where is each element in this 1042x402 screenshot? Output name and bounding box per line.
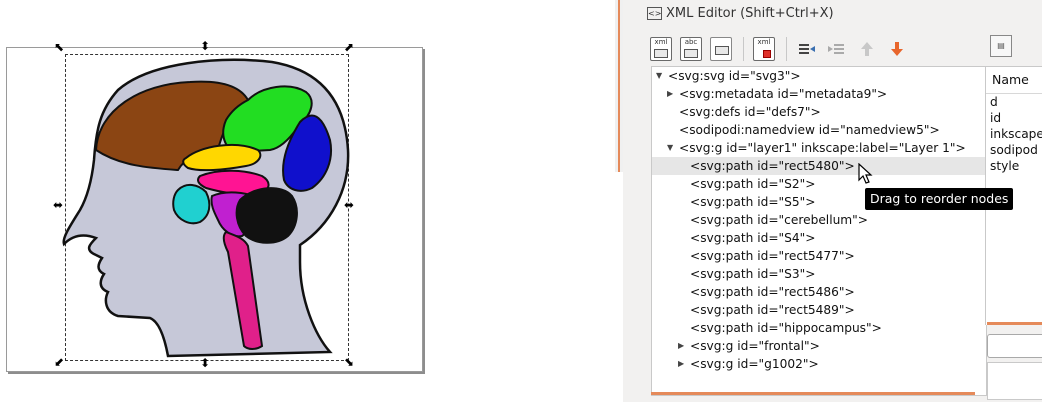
lower-node-button[interactable] [883,35,911,63]
new-text-node-icon: abc [680,37,702,61]
delete-node-button[interactable]: xml [750,35,778,63]
tree-node-label: <svg:path id="hippocampus"> [690,321,882,335]
xml-toolbar: xml abc xml [647,32,913,66]
mouse-pointer-icon [858,163,873,184]
collapsed-triangle-icon[interactable]: ▶ [678,355,684,373]
attribute-name[interactable]: id [986,110,1042,126]
expanded-triangle-icon[interactable]: ▼ [667,139,673,157]
new-element-node-label: xml [654,38,668,46]
tree-node-label: <svg:svg id="svg3"> [668,69,801,83]
new-text-node-label: abc [684,38,698,46]
arrow-up-icon [861,42,873,56]
attribute-value-field[interactable] [987,362,1042,400]
tree-node[interactable]: ▶ <svg:g id="g1002"> [652,355,986,373]
new-text-node-button[interactable]: abc [677,35,705,63]
tree-node[interactable]: <svg:path id="rect5477"> [652,247,986,265]
tree-node-label: <svg:path id="rect5486"> [690,285,855,299]
resize-handle-top-left-icon[interactable]: ⬉ [53,41,65,53]
drag-tooltip: Drag to reorder nodes [865,188,1014,210]
attribute-name[interactable]: inkscape [986,126,1042,142]
tree-node-label: <svg:metadata id="metadata9"> [679,87,888,101]
new-element-node-icon: xml [650,37,672,61]
tree-node-label: <svg:path id="rect5480"> [690,159,855,173]
tree-node-label: <svg:path id="S3"> [690,267,816,281]
resize-handle-top-right-icon[interactable]: ⬈ [343,41,355,53]
panel-title-label: XML Editor (Shift+Ctrl+X) [666,5,834,21]
arrow-down-icon [891,42,903,56]
brain-head-drawing[interactable] [0,0,615,402]
tree-node[interactable]: <svg:path id="cerebellum"> [652,211,986,229]
tree-node[interactable]: <svg:path id="rect5489"> [652,301,986,319]
tree-node-label: <svg:path id="rect5477"> [690,249,855,263]
resize-handle-bottom-left-icon[interactable]: ⬋ [53,356,65,368]
resize-handle-bottom-icon[interactable]: ⬍ [199,357,211,369]
tree-node[interactable]: <sodipodi:namedview id="namedview5"> [652,121,986,139]
duplicate-node-button[interactable] [707,35,735,63]
panel-splitter[interactable] [615,0,623,172]
tree-node-label: <svg:path id="rect5489"> [690,303,855,317]
expanded-triangle-icon[interactable]: ▼ [656,67,662,85]
xml-editor-icon: <> [647,6,662,20]
toolbar-separator [743,37,744,61]
splitter-line [618,0,620,172]
attribute-name[interactable]: d [986,94,1042,110]
tree-node-label: <svg:path id="S4"> [690,231,816,245]
tree-node[interactable]: ▼ <svg:g id="layer1" inkscape:label="Laye… [652,139,986,157]
tree-node-selected[interactable]: <svg:path id="rect5480"> [652,157,986,175]
resize-handle-left-icon[interactable]: ⬌ [52,199,64,211]
unindent-icon [799,44,815,54]
tree-node-label: <svg:path id="S2"> [690,177,816,191]
new-element-node-button[interactable]: xml [647,35,675,63]
indent-node-button[interactable] [823,35,851,63]
tree-node-label: <svg:path id="S5"> [690,195,816,209]
collapsed-triangle-icon[interactable]: ▶ [667,85,673,103]
panel-title: <> XML Editor (Shift+Ctrl+X) [647,4,834,22]
tree-node[interactable]: ▶ <svg:g id="frontal"> [652,337,986,355]
duplicate-node-icon [710,37,732,61]
tree-node[interactable]: <svg:path id="S4"> [652,229,986,247]
tree-node-label: <svg:g id="g1002"> [690,357,819,371]
tree-node-label: <svg:defs id="defs7"> [679,105,821,119]
resize-handle-right-icon[interactable]: ⬌ [343,199,355,211]
unindent-node-button[interactable] [793,35,821,63]
collapsed-triangle-icon[interactable]: ▶ [678,337,684,355]
delete-node-label: xml [757,38,771,46]
attribute-panel-icon[interactable]: ▤ [990,35,1012,57]
toolbar-separator [786,37,787,61]
resize-handle-bottom-right-icon[interactable]: ⬊ [343,356,355,368]
tree-node-label: <sodipodi:namedview id="namedview5"> [679,123,940,137]
attribute-name[interactable]: style [986,158,1042,174]
tree-node[interactable]: ▶ <svg:metadata id="metadata9"> [652,85,986,103]
raise-node-button[interactable] [853,35,881,63]
tree-node-label: <svg:g id="layer1" inkscape:label="Layer… [679,141,966,155]
tree-node[interactable]: <svg:defs id="defs7"> [652,103,986,121]
drawing-canvas[interactable]: ⬉ ⬍ ⬈ ⬌ ⬌ ⬋ ⬍ ⬊ [0,0,615,402]
delete-node-icon: xml [753,37,775,61]
resize-handle-top-icon[interactable]: ⬍ [199,40,211,52]
indent-icon [828,44,844,54]
attribute-name-header[interactable]: Name [986,67,1042,94]
attribute-name-input[interactable] [987,334,1042,358]
tree-node[interactable]: <svg:path id="S3"> [652,265,986,283]
cerebellum[interactable] [235,187,298,244]
tree-node[interactable]: <svg:path id="hippocampus"> [652,319,986,337]
tree-node-label: <svg:g id="frontal"> [690,339,820,353]
tree-node[interactable]: ▼ <svg:svg id="svg3"> [652,67,986,85]
tree-bottom-border [651,392,975,395]
xml-node-tree[interactable]: ▼ <svg:svg id="svg3"> ▶ <svg:metadata id="… [651,66,987,396]
tree-node-label: <svg:path id="cerebellum"> [690,213,868,227]
attribute-separator [987,322,1042,325]
temporal-region[interactable] [172,184,211,225]
attribute-name[interactable]: sodipod [986,142,1042,158]
tree-node[interactable]: <svg:path id="rect5486"> [652,283,986,301]
